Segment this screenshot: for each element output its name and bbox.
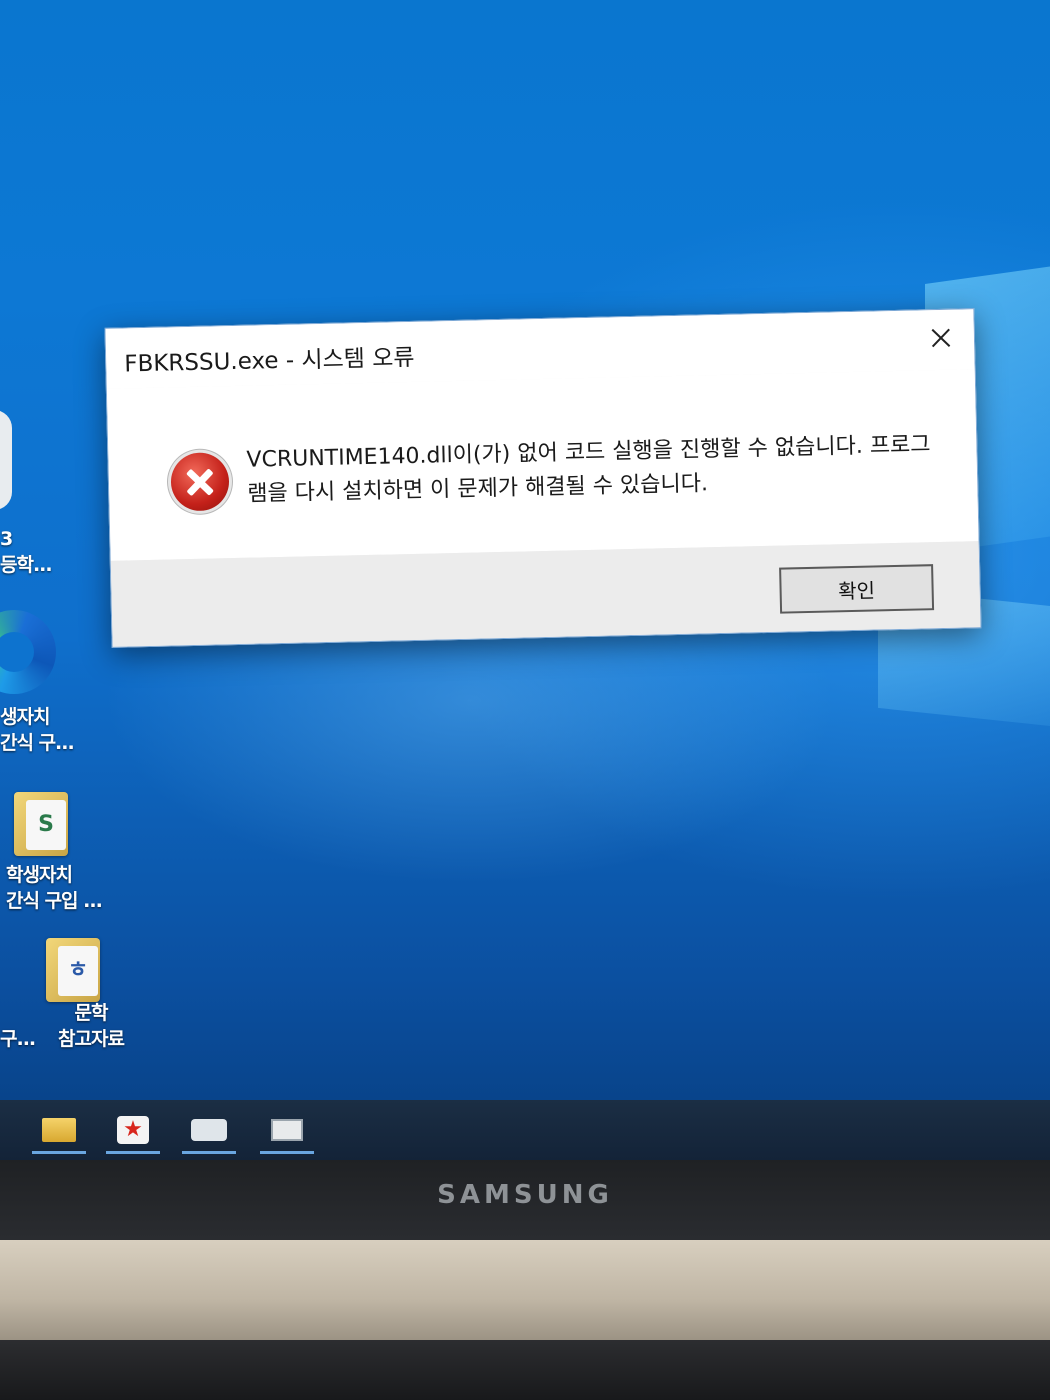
desktop-item[interactable]: 생자치 간식 구... — [0, 704, 75, 756]
folder-icon — [42, 1118, 76, 1142]
media-app-icon — [271, 1119, 303, 1141]
laptop-base — [0, 1340, 1050, 1400]
game-app-icon — [191, 1119, 227, 1141]
hwp-document-icon[interactable]: ㅎ — [46, 938, 100, 1002]
desktop-item-label: 생자치 — [0, 706, 50, 728]
taskbar-app-button[interactable] — [176, 1106, 242, 1154]
desktop-item[interactable]: 3 등학... — [0, 526, 53, 578]
close-icon[interactable] — [913, 313, 968, 362]
desktop-item-label: 문학 — [74, 1002, 108, 1024]
laptop-chassis — [0, 1240, 1050, 1340]
desktop-item-label: 등학... — [0, 554, 53, 576]
desktop-item-label: 간식 구... — [0, 732, 75, 754]
dialog-message: VCRUNTIME140.dll이(가) 없어 코드 실행을 진행할 수 없습니… — [246, 432, 931, 507]
desktop-app-icon[interactable] — [0, 410, 12, 510]
edge-shortcut-icon[interactable] — [0, 610, 56, 694]
taskbar: ★ — [0, 1100, 1050, 1160]
taskbar-file-explorer-button[interactable] — [26, 1106, 92, 1154]
desktop-item-label: 3 — [0, 528, 13, 550]
desktop-item-label: 참고자료 — [58, 1028, 125, 1050]
file-shortcut-icon[interactable]: S — [14, 792, 68, 856]
brand-logo: SAMSUNG — [437, 1180, 613, 1210]
desktop-item-label[interactable]: 구... — [0, 1026, 36, 1052]
system-error-dialog: FBKRSSU.exe - 시스템 오류 VCRUNTIME140.dll이(가… — [104, 308, 982, 648]
taskbar-app-button[interactable]: ★ — [100, 1106, 166, 1154]
desktop-item[interactable]: 학생자치 간식 구입 ... — [6, 862, 103, 914]
dialog-footer: 확인 — [110, 541, 981, 647]
error-icon — [170, 452, 230, 512]
desktop-item[interactable]: 문학 참고자료 — [58, 1000, 125, 1052]
dialog-body: VCRUNTIME140.dll이(가) 없어 코드 실행을 진행할 수 없습니… — [106, 369, 979, 561]
desktop-item-label: 간식 구입 ... — [6, 890, 103, 912]
desktop-item-label: 학생자치 — [6, 864, 73, 886]
desktop-screen: 3 등학... 생자치 간식 구... S 학생자치 간식 구입 ... ㅎ 문… — [0, 0, 1050, 1160]
star-app-icon: ★ — [117, 1116, 149, 1144]
taskbar-app-button[interactable] — [254, 1106, 320, 1154]
ok-button[interactable]: 확인 — [779, 564, 935, 614]
laptop-bezel: SAMSUNG — [0, 1160, 1050, 1240]
dialog-title: FBKRSSU.exe - 시스템 오류 — [124, 344, 415, 378]
